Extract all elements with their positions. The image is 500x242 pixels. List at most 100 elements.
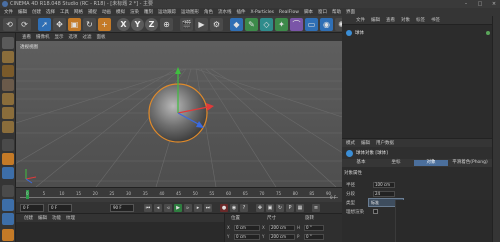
material-menu-item-2[interactable]: 功能 — [52, 215, 61, 221]
render-view-button[interactable]: 🎬 — [180, 18, 193, 31]
axis-mode-button[interactable] — [2, 139, 14, 151]
go-to-start-button[interactable]: ⏮ — [144, 204, 152, 212]
viewport-menu-item-4[interactable]: 过滤 — [83, 34, 92, 40]
autokey-button[interactable]: ◉ — [230, 204, 238, 212]
end-frame-field[interactable]: 90 F — [110, 204, 134, 212]
y-axis-lock-button[interactable]: Y — [131, 18, 144, 31]
menu-item-16[interactable]: X-Particles — [251, 10, 274, 15]
menu-item-5[interactable]: 网格 — [74, 9, 83, 15]
size-y-field[interactable]: 200 cm — [269, 233, 295, 240]
object-menu-item-0[interactable]: 文件 — [356, 17, 365, 23]
recent-tool-button[interactable]: + — [98, 18, 111, 31]
menu-item-12[interactable]: 运动图形 — [181, 9, 199, 15]
object-menu-item-3[interactable]: 对象 — [401, 17, 410, 23]
subdivision-button[interactable]: ◇ — [260, 18, 273, 31]
array-button[interactable]: ✦ — [275, 18, 288, 31]
right-tab-strip[interactable] — [492, 16, 500, 242]
parameter-key-button[interactable]: P — [286, 204, 294, 212]
rot-p-field[interactable]: 0 ° — [304, 233, 324, 240]
menu-item-14[interactable]: 流水线 — [218, 9, 232, 15]
model-mode-button[interactable] — [2, 51, 14, 63]
rotate-button[interactable]: ↻ — [83, 18, 96, 31]
tab-phong[interactable]: 平滑着色(Phong) — [449, 160, 491, 166]
x-axis-lock-button[interactable]: X — [117, 18, 130, 31]
menu-item-10[interactable]: 雕刻 — [144, 9, 153, 15]
tab-object[interactable]: 对象 — [414, 160, 448, 166]
minimize-icon[interactable]: – — [462, 0, 470, 8]
next-key-button[interactable]: ▸ — [194, 204, 202, 212]
maximize-icon[interactable]: □ — [476, 0, 484, 8]
tweak-mode-button[interactable] — [2, 153, 14, 165]
menu-item-4[interactable]: 工具 — [60, 9, 69, 15]
viewport-menu-item-0[interactable]: 查看 — [22, 34, 31, 40]
material-menu-item-1[interactable]: 编辑 — [38, 215, 47, 221]
menu-item-7[interactable]: 动画 — [102, 9, 111, 15]
lock-workplane-button[interactable] — [2, 199, 14, 211]
coordinate-system-button[interactable]: ⊕ — [160, 18, 173, 31]
menu-item-13[interactable]: 角色 — [204, 9, 213, 15]
tab-coord[interactable]: 坐标 — [379, 160, 413, 166]
material-menu-item-3[interactable]: 纹理 — [66, 215, 75, 221]
timeline[interactable]: 0 5 10 15 20 25 30 35 40 45 50 55 60 65 70 75 80 85 90 — [16, 187, 342, 202]
pla-key-button[interactable]: ▦ — [296, 204, 304, 212]
viewport-menu-item-2[interactable]: 显示 — [55, 34, 64, 40]
record-button[interactable]: ● — [220, 204, 228, 212]
object-menu-item-5[interactable]: 书签 — [431, 17, 440, 23]
points-mode-button[interactable] — [2, 93, 14, 105]
tab-basic[interactable]: 基本 — [344, 160, 378, 166]
object-menu-item-4[interactable]: 标签 — [416, 17, 425, 23]
viewport-menu-item-3[interactable]: 选项 — [69, 34, 78, 40]
menu-item-8[interactable]: 模拟 — [116, 9, 125, 15]
grid-button[interactable] — [2, 229, 14, 241]
menu-item-19[interactable]: 窗口 — [318, 9, 327, 15]
menu-item-9[interactable]: 渲染 — [130, 9, 139, 15]
rot-h-field[interactable]: 0 ° — [304, 224, 324, 231]
scale-button[interactable]: ▣ — [68, 18, 81, 31]
menu-item-18[interactable]: 脚本 — [304, 9, 313, 15]
make-editable-button[interactable] — [2, 37, 14, 49]
texture-mode-button[interactable] — [2, 65, 14, 77]
segments-field[interactable]: 24 — [373, 190, 395, 197]
size-x-field[interactable]: 200 cm — [269, 224, 295, 231]
radius-field[interactable]: 100 cm — [373, 181, 395, 188]
close-icon[interactable]: × — [490, 0, 498, 8]
attributes-menu-item-1[interactable]: 编辑 — [361, 140, 370, 146]
go-to-end-button[interactable]: ⏭ — [204, 204, 212, 212]
scale-key-button[interactable]: ▣ — [266, 204, 274, 212]
keyframe-selection-button[interactable]: ? — [240, 204, 248, 212]
render-picture-viewer-button[interactable]: ▶ — [195, 18, 208, 31]
attributes-menu-item-0[interactable]: 模式 — [346, 140, 355, 146]
position-key-button[interactable]: ✥ — [256, 204, 264, 212]
play-button[interactable]: ▶ — [174, 204, 182, 212]
menu-item-3[interactable]: 选择 — [46, 9, 55, 15]
workplane-button[interactable] — [2, 185, 14, 197]
menu-item-1[interactable]: 编辑 — [18, 9, 27, 15]
menu-item-2[interactable]: 创建 — [32, 9, 41, 15]
menu-item-20[interactable]: 帮助 — [332, 9, 341, 15]
live-select-button[interactable]: ➚ — [38, 18, 51, 31]
object-list[interactable]: 球体 — [342, 25, 500, 138]
z-axis-lock-button[interactable]: Z — [145, 18, 158, 31]
undo-button[interactable]: ⟲ — [3, 18, 16, 31]
edges-mode-button[interactable] — [2, 107, 14, 119]
floor-button[interactable]: ▭ — [305, 18, 318, 31]
material-menu-item-0[interactable]: 创建 — [24, 215, 33, 221]
timeline-ruler[interactable]: 0 5 10 15 20 25 30 35 40 45 50 55 60 65 70 75 80 85 90 — [20, 190, 338, 199]
object-menu-item-2[interactable]: 查看 — [386, 17, 395, 23]
bend-deformer-button[interactable]: ⌒ — [290, 18, 303, 31]
pos-x-field[interactable]: 0 cm — [234, 224, 260, 231]
menu-item-0[interactable]: 文件 — [4, 9, 13, 15]
spline-pen-button[interactable]: ✎ — [245, 18, 258, 31]
prev-frame-button[interactable]: ◃ — [164, 204, 172, 212]
redo-button[interactable]: ⟳ — [18, 18, 31, 31]
cube-button[interactable]: ◆ — [230, 18, 243, 31]
render-settings-button[interactable]: ⚙ — [210, 18, 223, 31]
object-menu-item-1[interactable]: 编辑 — [371, 17, 380, 23]
min-frame-field[interactable]: 0 F — [48, 204, 72, 212]
prev-key-button[interactable]: ◂ — [154, 204, 162, 212]
snap-button[interactable] — [2, 167, 14, 179]
material-manager-area[interactable] — [16, 222, 224, 242]
polygons-mode-button[interactable] — [2, 121, 14, 133]
menu-item-17[interactable]: RealFlow — [279, 10, 299, 15]
perspective-viewport[interactable] — [16, 41, 342, 187]
